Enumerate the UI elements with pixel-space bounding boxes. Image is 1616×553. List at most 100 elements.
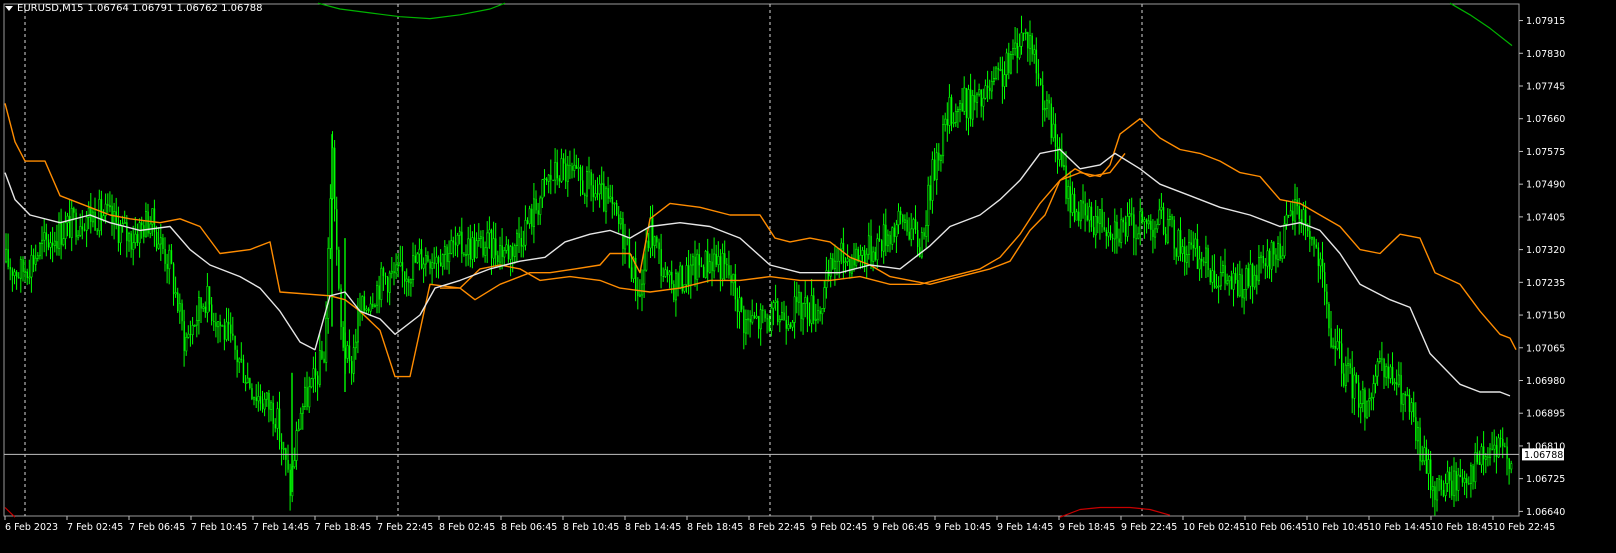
candle-body: [980, 89, 982, 107]
candle-body: [1247, 268, 1250, 287]
candle-body: [1484, 456, 1487, 460]
y-axis-label: 1.07235: [1526, 278, 1565, 289]
candle-body: [1023, 32, 1025, 34]
candle-body: [652, 217, 654, 246]
candle-body: [683, 284, 686, 292]
x-axis-label: 7 Feb 18:45: [315, 522, 371, 533]
candle-body: [1440, 479, 1442, 490]
y-axis-label: 1.07830: [1526, 49, 1565, 60]
candle-body: [1383, 359, 1385, 378]
candle-body: [1393, 382, 1396, 385]
candle-body: [1341, 343, 1343, 374]
candle-body: [1334, 346, 1336, 349]
candle-body: [1018, 45, 1021, 59]
candle-body: [900, 211, 902, 215]
candle-body: [717, 255, 720, 265]
candle-body: [342, 327, 344, 348]
candle-body: [1207, 248, 1209, 270]
candle-body: [249, 378, 251, 389]
candle-body: [1404, 393, 1406, 396]
candle-body: [1071, 193, 1074, 213]
candle-body: [162, 237, 164, 249]
candle-body: [531, 208, 533, 227]
candle-body: [170, 250, 173, 264]
candle-body: [515, 232, 518, 246]
candle-body: [1419, 427, 1421, 462]
menu-triangle-icon[interactable]: [5, 6, 13, 11]
candle-body: [1141, 211, 1144, 222]
candle-body: [832, 258, 834, 269]
candle-body: [912, 219, 915, 230]
candle-body: [70, 208, 73, 238]
chart-window[interactable]: 1.07915 1.07830 1.07745 1.07660 1.07575 1.074…: [0, 0, 1616, 553]
candle-body: [823, 287, 826, 309]
y-axis-label: 1.07405: [1526, 212, 1565, 223]
candle-body: [369, 303, 372, 312]
candle-body: [461, 231, 463, 254]
price-chart[interactable]: 1.07915 1.07830 1.07745 1.07660 1.07575 1.074…: [0, 0, 1616, 553]
candle-body: [181, 303, 183, 322]
candle-body: [925, 225, 928, 237]
candle-body: [1094, 216, 1097, 236]
candle-body: [155, 232, 158, 249]
candle-body: [325, 317, 328, 363]
candle-body: [38, 243, 41, 257]
candle-body: [749, 318, 751, 323]
candle-body: [730, 275, 732, 283]
green-indicator-curve: [317, 2, 506, 20]
candle-body: [609, 196, 612, 199]
candle-body: [1309, 231, 1311, 240]
candle-body: [867, 235, 870, 255]
candle-body: [833, 260, 836, 270]
candle-body: [134, 233, 137, 244]
candle-body: [982, 97, 985, 107]
candle-body: [1037, 73, 1040, 79]
candle-body: [666, 269, 669, 275]
candle-body: [1252, 264, 1254, 287]
candle-body: [329, 198, 332, 249]
candle-body: [408, 279, 410, 283]
candle-body: [1198, 258, 1201, 270]
candle-body: [107, 204, 109, 206]
candle-body: [143, 225, 145, 237]
candle-body: [1332, 345, 1335, 348]
candle-body: [1385, 366, 1388, 378]
candle-body: [1396, 382, 1398, 385]
candle-body: [177, 292, 179, 312]
candle-body: [1079, 200, 1082, 222]
candle-body: [448, 253, 451, 263]
candle-body: [60, 221, 62, 245]
candle-body: [1330, 328, 1332, 347]
candle-body: [1135, 238, 1137, 240]
candle-body: [1381, 358, 1383, 360]
candle-body: [1358, 382, 1360, 408]
candle-body: [16, 271, 18, 278]
candle-body: [174, 292, 177, 295]
candle-body: [24, 271, 27, 274]
candle-body: [230, 324, 232, 334]
candle-body: [607, 188, 609, 199]
candle-body: [603, 183, 605, 212]
candle-body: [889, 235, 891, 245]
candle-body: [878, 238, 881, 241]
candle-body: [1307, 226, 1309, 232]
candle-body: [458, 231, 461, 236]
candle-body: [1466, 478, 1468, 484]
candle-body: [5, 248, 8, 263]
candle-body: [1273, 242, 1275, 255]
candle-body: [882, 224, 885, 252]
candle-body: [707, 251, 709, 273]
candle-body: [906, 219, 908, 232]
candle-body: [327, 248, 330, 319]
candle-body: [1063, 165, 1066, 167]
candle-body: [836, 261, 838, 263]
candle-body: [1065, 165, 1067, 199]
candle-body: [193, 324, 196, 327]
candle-body: [704, 251, 707, 278]
candle-body: [499, 245, 502, 263]
candle-body: [384, 276, 387, 278]
candle-body: [619, 218, 622, 225]
candle-body: [34, 257, 37, 265]
candle-body: [450, 240, 453, 254]
candle-body: [380, 267, 383, 300]
